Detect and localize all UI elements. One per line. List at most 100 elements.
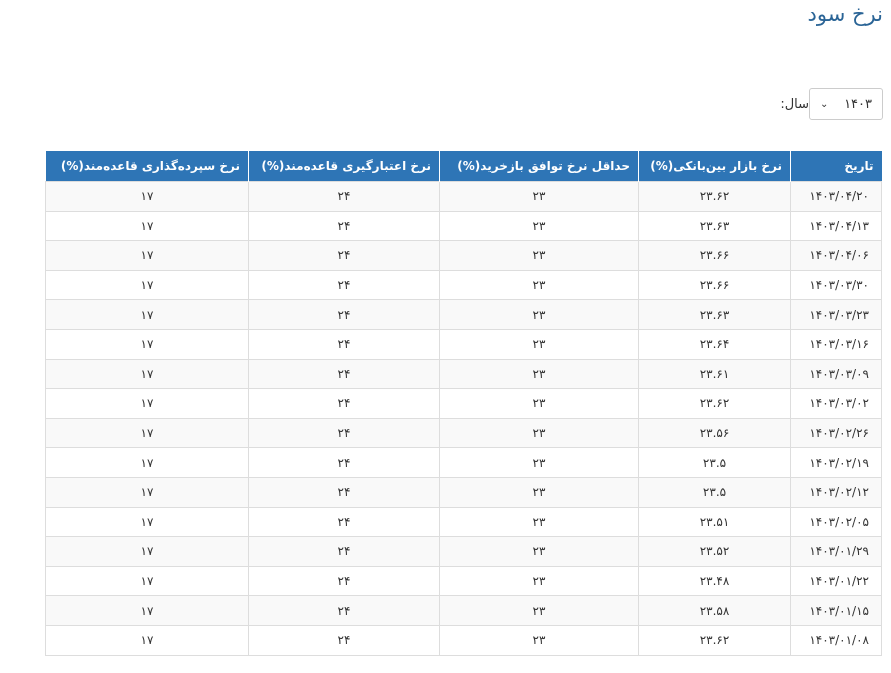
interbank-rate-cell: ۲۳.۵۲ xyxy=(638,536,791,567)
interbank-rate-cell: ۲۳.۶۶ xyxy=(638,240,791,271)
lending-rate-cell: ۲۴ xyxy=(248,506,440,538)
date-cell: ۱۴۰۳/۰۱/۲۲ xyxy=(790,565,882,597)
min-repo-rate-cell: ۲۳ xyxy=(439,388,639,419)
deposit-rate-cell: ۱۷ xyxy=(45,565,249,597)
lending-rate-cell: ۲۴ xyxy=(248,388,440,419)
table-row: ۱۴۰۳/۰۲/۱۲ ۲۳.۵ ۲۳ ۲۴ ۱۷ xyxy=(45,476,882,508)
deposit-rate-cell: ۱۷ xyxy=(45,536,249,567)
page-title: نرخ سود xyxy=(807,2,883,26)
interbank-rate-cell: ۲۳.۶۱ xyxy=(638,358,791,390)
lending-rate-cell: ۲۴ xyxy=(248,240,440,271)
date-cell: ۱۴۰۳/۰۳/۱۶ xyxy=(790,328,882,360)
min-repo-rate-cell: ۲۳ xyxy=(439,506,639,538)
min-repo-rate-cell: ۲۳ xyxy=(439,447,639,478)
deposit-rate-cell: ۱۷ xyxy=(45,240,249,271)
date-cell: ۱۴۰۳/۰۴/۱۳ xyxy=(790,210,882,242)
min-repo-rate-cell: ۲۳ xyxy=(439,624,639,656)
table-row: ۱۴۰۳/۰۱/۲۲ ۲۳.۴۸ ۲۳ ۲۴ ۱۷ xyxy=(45,565,882,597)
min-repo-rate-cell: ۲۳ xyxy=(439,299,639,330)
lending-rate-cell: ۲۴ xyxy=(248,299,440,330)
date-cell: ۱۴۰۳/۰۱/۱۵ xyxy=(790,595,882,626)
interbank-rate-cell: ۲۳.۶۲ xyxy=(638,388,791,419)
interbank-rate-cell: ۲۳.۵۶ xyxy=(638,417,791,449)
lending-rate-cell: ۲۴ xyxy=(248,595,440,626)
deposit-rate-cell: ۱۷ xyxy=(45,358,249,390)
lending-rate-cell: ۲۴ xyxy=(248,181,440,212)
lending-rate-cell: ۲۴ xyxy=(248,417,440,449)
lending-rate-cell: ۲۴ xyxy=(248,328,440,360)
date-cell: ۱۴۰۳/۰۱/۰۸ xyxy=(790,624,882,656)
date-cell: ۱۴۰۳/۰۳/۰۲ xyxy=(790,388,882,419)
min-repo-rate-cell: ۲۳ xyxy=(439,181,639,212)
date-cell: ۱۴۰۳/۰۳/۰۹ xyxy=(790,358,882,390)
min-repo-rate-cell: ۲۳ xyxy=(439,595,639,626)
deposit-rate-cell: ۱۷ xyxy=(45,595,249,626)
table-row: ۱۴۰۳/۰۴/۱۳ ۲۳.۶۳ ۲۳ ۲۴ ۱۷ xyxy=(45,210,882,242)
chevron-down-icon: ⌄ xyxy=(820,98,829,110)
lending-rate-cell: ۲۴ xyxy=(248,269,440,301)
interbank-rate-cell: ۲۳.۵ xyxy=(638,447,791,478)
interbank-rate-cell: ۲۳.۶۲ xyxy=(638,181,791,212)
deposit-rate-cell: ۱۷ xyxy=(45,447,249,478)
date-cell: ۱۴۰۳/۰۲/۱۲ xyxy=(790,476,882,508)
column-header-interbank-rate[interactable]: نرخ بازار بین‌بانکی(%) xyxy=(638,151,791,182)
year-select[interactable]: ۱۴۰۳ ⌄ xyxy=(809,88,883,120)
date-cell: ۱۴۰۳/۰۴/۲۰ xyxy=(790,181,882,212)
lending-rate-cell: ۲۴ xyxy=(248,476,440,508)
lending-rate-cell: ۲۴ xyxy=(248,536,440,567)
table-row: ۱۴۰۳/۰۴/۰۶ ۲۳.۶۶ ۲۳ ۲۴ ۱۷ xyxy=(45,240,882,271)
column-header-date[interactable]: تاریخ xyxy=(790,151,882,182)
date-cell: ۱۴۰۳/۰۲/۱۹ xyxy=(790,447,882,478)
table-row: ۱۴۰۳/۰۲/۰۵ ۲۳.۵۱ ۲۳ ۲۴ ۱۷ xyxy=(45,506,882,538)
deposit-rate-cell: ۱۷ xyxy=(45,210,249,242)
interbank-rate-cell: ۲۳.۶۳ xyxy=(638,299,791,330)
min-repo-rate-cell: ۲۳ xyxy=(439,358,639,390)
lending-rate-cell: ۲۴ xyxy=(248,358,440,390)
deposit-rate-cell: ۱۷ xyxy=(45,417,249,449)
table-header-row: تاریخ نرخ بازار بین‌بانکی(%) حداقل نرخ ت… xyxy=(45,151,882,182)
interbank-rate-cell: ۲۳.۵۸ xyxy=(638,595,791,626)
table-row: ۱۴۰۳/۰۲/۲۶ ۲۳.۵۶ ۲۳ ۲۴ ۱۷ xyxy=(45,417,882,449)
year-filter: سال: ۱۴۰۳ ⌄ xyxy=(774,88,883,120)
column-header-deposit-rate[interactable]: نرخ سپرده‌گذاری قاعده‌مند(%) xyxy=(45,151,249,182)
date-cell: ۱۴۰۳/۰۴/۰۶ xyxy=(790,240,882,271)
interbank-rate-cell: ۲۳.۶۶ xyxy=(638,269,791,301)
min-repo-rate-cell: ۲۳ xyxy=(439,565,639,597)
column-header-min-repo-rate[interactable]: حداقل نرخ توافق بازخرید(%) xyxy=(439,151,639,182)
deposit-rate-cell: ۱۷ xyxy=(45,299,249,330)
deposit-rate-cell: ۱۷ xyxy=(45,181,249,212)
date-cell: ۱۴۰۳/۰۳/۲۳ xyxy=(790,299,882,330)
min-repo-rate-cell: ۲۳ xyxy=(439,269,639,301)
deposit-rate-cell: ۱۷ xyxy=(45,506,249,538)
deposit-rate-cell: ۱۷ xyxy=(45,624,249,656)
min-repo-rate-cell: ۲۳ xyxy=(439,476,639,508)
date-cell: ۱۴۰۳/۰۲/۲۶ xyxy=(790,417,882,449)
deposit-rate-cell: ۱۷ xyxy=(45,388,249,419)
table-row: ۱۴۰۳/۰۱/۰۸ ۲۳.۶۲ ۲۳ ۲۴ ۱۷ xyxy=(45,624,882,656)
interest-rates-table: تاریخ نرخ بازار بین‌بانکی(%) حداقل نرخ ت… xyxy=(45,151,882,656)
interbank-rate-cell: ۲۳.۶۲ xyxy=(638,624,791,656)
lending-rate-cell: ۲۴ xyxy=(248,624,440,656)
year-label: سال: xyxy=(780,96,809,112)
lending-rate-cell: ۲۴ xyxy=(248,447,440,478)
table-row: ۱۴۰۳/۰۳/۰۲ ۲۳.۶۲ ۲۳ ۲۴ ۱۷ xyxy=(45,388,882,419)
interbank-rate-cell: ۲۳.۴۸ xyxy=(638,565,791,597)
table-row: ۱۴۰۳/۰۳/۱۶ ۲۳.۶۴ ۲۳ ۲۴ ۱۷ xyxy=(45,328,882,360)
interbank-rate-cell: ۲۳.۶۳ xyxy=(638,210,791,242)
table-row: ۱۴۰۳/۰۴/۲۰ ۲۳.۶۲ ۲۳ ۲۴ ۱۷ xyxy=(45,181,882,212)
min-repo-rate-cell: ۲۳ xyxy=(439,417,639,449)
table-row: ۱۴۰۳/۰۳/۳۰ ۲۳.۶۶ ۲۳ ۲۴ ۱۷ xyxy=(45,269,882,301)
deposit-rate-cell: ۱۷ xyxy=(45,328,249,360)
table-row: ۱۴۰۳/۰۱/۲۹ ۲۳.۵۲ ۲۳ ۲۴ ۱۷ xyxy=(45,536,882,567)
lending-rate-cell: ۲۴ xyxy=(248,565,440,597)
interbank-rate-cell: ۲۳.۶۴ xyxy=(638,328,791,360)
table-row: ۱۴۰۳/۰۱/۱۵ ۲۳.۵۸ ۲۳ ۲۴ ۱۷ xyxy=(45,595,882,626)
min-repo-rate-cell: ۲۳ xyxy=(439,240,639,271)
column-header-lending-rate[interactable]: نرخ اعتبارگیری قاعده‌مند(%) xyxy=(248,151,440,182)
interbank-rate-cell: ۲۳.۵۱ xyxy=(638,506,791,538)
deposit-rate-cell: ۱۷ xyxy=(45,476,249,508)
year-select-value: ۱۴۰۳ xyxy=(844,96,872,112)
date-cell: ۱۴۰۳/۰۱/۲۹ xyxy=(790,536,882,567)
interbank-rate-cell: ۲۳.۵ xyxy=(638,476,791,508)
min-repo-rate-cell: ۲۳ xyxy=(439,210,639,242)
